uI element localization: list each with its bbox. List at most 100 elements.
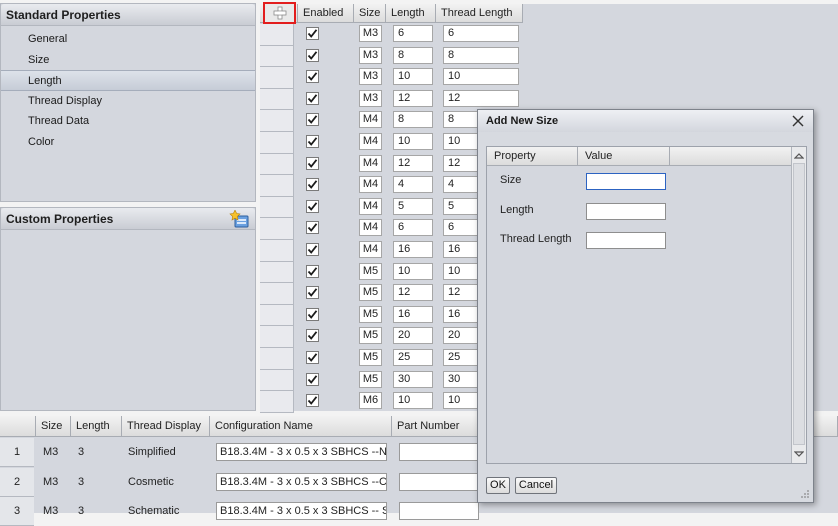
- enabled-checkbox[interactable]: [306, 70, 319, 84]
- cancel-button[interactable]: Cancel: [515, 477, 557, 494]
- sizes-row-header[interactable]: [260, 326, 294, 348]
- config-row-number[interactable]: 1: [0, 438, 34, 467]
- length-cell[interactable]: 10: [393, 133, 433, 150]
- length-cell[interactable]: 6: [393, 219, 433, 237]
- sizes-row-header[interactable]: [260, 218, 294, 240]
- std-item-general[interactable]: General: [1, 29, 255, 50]
- length-cell[interactable]: 12: [393, 154, 433, 172]
- scrollbar-thumb[interactable]: [793, 163, 805, 445]
- sizes-row-header[interactable]: [260, 304, 294, 327]
- add-size-button[interactable]: [263, 2, 296, 24]
- length-cell[interactable]: 16: [393, 241, 433, 258]
- length-cell[interactable]: 20: [393, 327, 433, 345]
- property-grid-scrollbar[interactable]: [791, 147, 806, 463]
- add-property-icon[interactable]: [229, 209, 251, 228]
- sizes-row-header[interactable]: [260, 348, 294, 370]
- enabled-checkbox[interactable]: [306, 307, 319, 321]
- part-number-field[interactable]: [399, 502, 479, 520]
- size-cell[interactable]: M4: [359, 241, 382, 258]
- thread-length-cell[interactable]: 6: [443, 25, 519, 42]
- enabled-checkbox[interactable]: [306, 199, 319, 213]
- enabled-checkbox[interactable]: [306, 178, 319, 192]
- config-name-field[interactable]: B18.3.4M - 3 x 0.5 x 3 SBHCS -- S: [216, 502, 387, 520]
- enabled-checkbox[interactable]: [306, 27, 319, 40]
- length-input[interactable]: [586, 203, 666, 220]
- std-item-length[interactable]: Length: [1, 70, 255, 91]
- sizes-row-header[interactable]: [260, 45, 294, 68]
- size-cell[interactable]: M5: [359, 327, 382, 345]
- enabled-checkbox[interactable]: [306, 113, 319, 127]
- close-icon[interactable]: [791, 114, 805, 128]
- scroll-down-icon[interactable]: [793, 449, 805, 459]
- sizes-row-header[interactable]: [260, 132, 294, 154]
- size-cell[interactable]: M5: [359, 284, 382, 302]
- enabled-checkbox[interactable]: [306, 48, 319, 62]
- enabled-checkbox[interactable]: [306, 156, 319, 170]
- size-cell[interactable]: M4: [359, 197, 382, 215]
- size-cell[interactable]: M5: [359, 262, 382, 280]
- enabled-checkbox[interactable]: [306, 221, 319, 235]
- config-name-field[interactable]: B18.3.4M - 3 x 0.5 x 3 SBHCS --N: [216, 443, 387, 461]
- sizes-row-header[interactable]: [260, 24, 294, 46]
- enabled-checkbox[interactable]: [306, 394, 319, 408]
- thread-length-cell[interactable]: 12: [443, 89, 519, 107]
- enabled-checkbox[interactable]: [306, 372, 319, 386]
- size-cell[interactable]: M5: [359, 370, 382, 388]
- sizes-row-header[interactable]: [260, 283, 294, 305]
- size-cell[interactable]: M4: [359, 219, 382, 237]
- ok-button[interactable]: OK: [486, 477, 510, 494]
- length-cell[interactable]: 25: [393, 349, 433, 366]
- enabled-checkbox[interactable]: [306, 329, 319, 343]
- length-cell[interactable]: 12: [393, 89, 433, 107]
- resize-grip-icon[interactable]: [800, 489, 810, 499]
- enabled-checkbox[interactable]: [306, 286, 319, 300]
- size-cell[interactable]: M3: [359, 89, 382, 107]
- sizes-row-header[interactable]: [260, 88, 294, 111]
- std-item-size[interactable]: Size: [1, 50, 255, 71]
- enabled-checkbox[interactable]: [306, 135, 319, 148]
- thread-length-cell[interactable]: 8: [443, 46, 519, 64]
- length-cell[interactable]: 10: [393, 392, 433, 410]
- sizes-row-header[interactable]: [260, 196, 294, 219]
- part-number-field[interactable]: [399, 443, 479, 461]
- size-cell[interactable]: M5: [359, 305, 382, 323]
- size-cell[interactable]: M4: [359, 176, 382, 194]
- thread-length-input[interactable]: [586, 232, 666, 249]
- sizes-row-header[interactable]: [260, 153, 294, 176]
- length-cell[interactable]: 30: [393, 370, 433, 388]
- sizes-row-header[interactable]: [260, 175, 294, 197]
- enabled-checkbox[interactable]: [306, 351, 319, 364]
- part-number-field[interactable]: [399, 472, 479, 491]
- enabled-checkbox[interactable]: [306, 264, 319, 278]
- length-cell[interactable]: 16: [393, 305, 433, 323]
- size-cell[interactable]: M5: [359, 349, 382, 366]
- std-item-color[interactable]: Color: [1, 132, 255, 153]
- length-cell[interactable]: 10: [393, 68, 433, 86]
- size-cell[interactable]: M4: [359, 154, 382, 172]
- size-cell[interactable]: M6: [359, 392, 382, 410]
- thread-length-cell[interactable]: 10: [443, 68, 519, 86]
- length-cell[interactable]: 12: [393, 284, 433, 302]
- scroll-up-icon[interactable]: [793, 151, 805, 161]
- config-row-number[interactable]: 2: [0, 467, 34, 497]
- sizes-row-header[interactable]: [260, 391, 294, 413]
- length-cell[interactable]: 5: [393, 197, 433, 215]
- length-cell[interactable]: 10: [393, 262, 433, 280]
- sizes-row-header[interactable]: [260, 369, 294, 392]
- config-name-field[interactable]: B18.3.4M - 3 x 0.5 x 3 SBHCS --C: [216, 472, 387, 491]
- length-cell[interactable]: 8: [393, 111, 433, 129]
- config-row-number[interactable]: 3: [0, 497, 34, 526]
- size-cell[interactable]: M3: [359, 25, 382, 42]
- size-cell[interactable]: M4: [359, 133, 382, 150]
- sizes-row-header[interactable]: [260, 261, 294, 284]
- sizes-row-header[interactable]: [260, 110, 294, 132]
- std-item-thread-display[interactable]: Thread Display: [1, 91, 255, 112]
- size-cell[interactable]: M3: [359, 46, 382, 64]
- length-cell[interactable]: 6: [393, 25, 433, 42]
- length-cell[interactable]: 8: [393, 46, 433, 64]
- std-item-thread-data[interactable]: Thread Data: [1, 111, 255, 132]
- size-input[interactable]: [586, 173, 666, 190]
- enabled-checkbox[interactable]: [306, 91, 319, 105]
- sizes-row-header[interactable]: [260, 67, 294, 89]
- size-cell[interactable]: M3: [359, 68, 382, 86]
